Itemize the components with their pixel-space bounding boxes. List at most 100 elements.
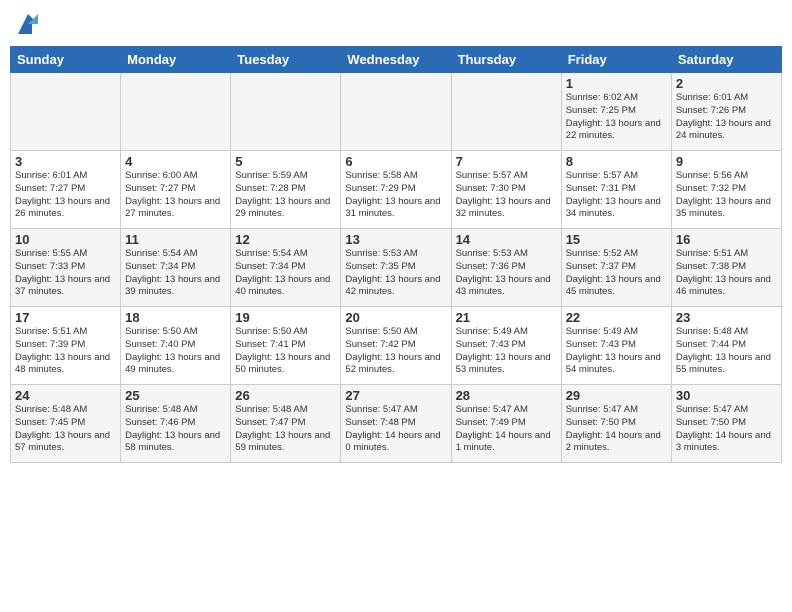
day-info: Sunrise: 5:56 AM Sunset: 7:32 PM Dayligh…	[676, 170, 777, 221]
day-info: Sunrise: 5:49 AM Sunset: 7:43 PM Dayligh…	[566, 326, 667, 377]
day-cell	[341, 73, 451, 151]
day-cell: 25Sunrise: 5:48 AM Sunset: 7:46 PM Dayli…	[121, 385, 231, 463]
day-header-sunday: Sunday	[11, 47, 121, 73]
day-cell: 5Sunrise: 5:59 AM Sunset: 7:28 PM Daylig…	[231, 151, 341, 229]
day-number: 30	[676, 388, 777, 403]
day-info: Sunrise: 5:53 AM Sunset: 7:36 PM Dayligh…	[456, 248, 557, 299]
day-cell: 8Sunrise: 5:57 AM Sunset: 7:31 PM Daylig…	[561, 151, 671, 229]
day-cell: 9Sunrise: 5:56 AM Sunset: 7:32 PM Daylig…	[671, 151, 781, 229]
day-number: 24	[15, 388, 116, 403]
day-number: 11	[125, 232, 226, 247]
day-cell: 27Sunrise: 5:47 AM Sunset: 7:48 PM Dayli…	[341, 385, 451, 463]
day-header-tuesday: Tuesday	[231, 47, 341, 73]
day-number: 19	[235, 310, 336, 325]
day-info: Sunrise: 5:52 AM Sunset: 7:37 PM Dayligh…	[566, 248, 667, 299]
day-number: 7	[456, 154, 557, 169]
day-number: 16	[676, 232, 777, 247]
day-cell: 15Sunrise: 5:52 AM Sunset: 7:37 PM Dayli…	[561, 229, 671, 307]
day-number: 26	[235, 388, 336, 403]
page: SundayMondayTuesdayWednesdayThursdayFrid…	[0, 0, 792, 612]
day-number: 10	[15, 232, 116, 247]
day-cell: 7Sunrise: 5:57 AM Sunset: 7:30 PM Daylig…	[451, 151, 561, 229]
day-info: Sunrise: 5:50 AM Sunset: 7:42 PM Dayligh…	[345, 326, 446, 377]
day-cell	[121, 73, 231, 151]
day-info: Sunrise: 5:48 AM Sunset: 7:47 PM Dayligh…	[235, 404, 336, 455]
day-cell: 6Sunrise: 5:58 AM Sunset: 7:29 PM Daylig…	[341, 151, 451, 229]
day-number: 9	[676, 154, 777, 169]
day-cell: 3Sunrise: 6:01 AM Sunset: 7:27 PM Daylig…	[11, 151, 121, 229]
day-info: Sunrise: 5:51 AM Sunset: 7:39 PM Dayligh…	[15, 326, 116, 377]
day-cell: 14Sunrise: 5:53 AM Sunset: 7:36 PM Dayli…	[451, 229, 561, 307]
day-number: 3	[15, 154, 116, 169]
day-info: Sunrise: 5:50 AM Sunset: 7:41 PM Dayligh…	[235, 326, 336, 377]
day-info: Sunrise: 5:57 AM Sunset: 7:31 PM Dayligh…	[566, 170, 667, 221]
day-cell: 10Sunrise: 5:55 AM Sunset: 7:33 PM Dayli…	[11, 229, 121, 307]
day-info: Sunrise: 5:54 AM Sunset: 7:34 PM Dayligh…	[125, 248, 226, 299]
day-cell	[11, 73, 121, 151]
day-number: 5	[235, 154, 336, 169]
day-number: 2	[676, 76, 777, 91]
day-number: 23	[676, 310, 777, 325]
day-number: 4	[125, 154, 226, 169]
day-number: 20	[345, 310, 446, 325]
day-number: 8	[566, 154, 667, 169]
day-info: Sunrise: 5:57 AM Sunset: 7:30 PM Dayligh…	[456, 170, 557, 221]
day-cell: 18Sunrise: 5:50 AM Sunset: 7:40 PM Dayli…	[121, 307, 231, 385]
day-info: Sunrise: 6:02 AM Sunset: 7:25 PM Dayligh…	[566, 92, 667, 143]
day-cell: 29Sunrise: 5:47 AM Sunset: 7:50 PM Dayli…	[561, 385, 671, 463]
day-info: Sunrise: 6:01 AM Sunset: 7:26 PM Dayligh…	[676, 92, 777, 143]
day-info: Sunrise: 5:58 AM Sunset: 7:29 PM Dayligh…	[345, 170, 446, 221]
day-info: Sunrise: 5:53 AM Sunset: 7:35 PM Dayligh…	[345, 248, 446, 299]
day-cell	[451, 73, 561, 151]
day-cell: 21Sunrise: 5:49 AM Sunset: 7:43 PM Dayli…	[451, 307, 561, 385]
day-number: 22	[566, 310, 667, 325]
day-header-thursday: Thursday	[451, 47, 561, 73]
day-cell: 23Sunrise: 5:48 AM Sunset: 7:44 PM Dayli…	[671, 307, 781, 385]
day-cell: 11Sunrise: 5:54 AM Sunset: 7:34 PM Dayli…	[121, 229, 231, 307]
day-info: Sunrise: 6:01 AM Sunset: 7:27 PM Dayligh…	[15, 170, 116, 221]
day-cell: 20Sunrise: 5:50 AM Sunset: 7:42 PM Dayli…	[341, 307, 451, 385]
day-cell: 22Sunrise: 5:49 AM Sunset: 7:43 PM Dayli…	[561, 307, 671, 385]
day-info: Sunrise: 5:49 AM Sunset: 7:43 PM Dayligh…	[456, 326, 557, 377]
day-number: 15	[566, 232, 667, 247]
day-number: 27	[345, 388, 446, 403]
day-number: 21	[456, 310, 557, 325]
calendar-table: SundayMondayTuesdayWednesdayThursdayFrid…	[10, 46, 782, 463]
day-cell: 4Sunrise: 6:00 AM Sunset: 7:27 PM Daylig…	[121, 151, 231, 229]
day-cell: 24Sunrise: 5:48 AM Sunset: 7:45 PM Dayli…	[11, 385, 121, 463]
day-cell: 28Sunrise: 5:47 AM Sunset: 7:49 PM Dayli…	[451, 385, 561, 463]
day-number: 28	[456, 388, 557, 403]
day-number: 25	[125, 388, 226, 403]
day-info: Sunrise: 5:48 AM Sunset: 7:44 PM Dayligh…	[676, 326, 777, 377]
week-row-5: 24Sunrise: 5:48 AM Sunset: 7:45 PM Dayli…	[11, 385, 782, 463]
day-number: 6	[345, 154, 446, 169]
day-number: 29	[566, 388, 667, 403]
day-info: Sunrise: 5:51 AM Sunset: 7:38 PM Dayligh…	[676, 248, 777, 299]
day-info: Sunrise: 5:55 AM Sunset: 7:33 PM Dayligh…	[15, 248, 116, 299]
week-row-3: 10Sunrise: 5:55 AM Sunset: 7:33 PM Dayli…	[11, 229, 782, 307]
day-header-saturday: Saturday	[671, 47, 781, 73]
day-info: Sunrise: 5:54 AM Sunset: 7:34 PM Dayligh…	[235, 248, 336, 299]
day-cell: 17Sunrise: 5:51 AM Sunset: 7:39 PM Dayli…	[11, 307, 121, 385]
day-info: Sunrise: 5:59 AM Sunset: 7:28 PM Dayligh…	[235, 170, 336, 221]
day-info: Sunrise: 5:50 AM Sunset: 7:40 PM Dayligh…	[125, 326, 226, 377]
week-row-4: 17Sunrise: 5:51 AM Sunset: 7:39 PM Dayli…	[11, 307, 782, 385]
header	[10, 10, 782, 38]
logo	[10, 10, 42, 38]
day-header-friday: Friday	[561, 47, 671, 73]
day-cell: 12Sunrise: 5:54 AM Sunset: 7:34 PM Dayli…	[231, 229, 341, 307]
day-number: 14	[456, 232, 557, 247]
day-info: Sunrise: 5:47 AM Sunset: 7:50 PM Dayligh…	[566, 404, 667, 455]
day-cell: 16Sunrise: 5:51 AM Sunset: 7:38 PM Dayli…	[671, 229, 781, 307]
week-row-1: 1Sunrise: 6:02 AM Sunset: 7:25 PM Daylig…	[11, 73, 782, 151]
day-header-monday: Monday	[121, 47, 231, 73]
day-cell: 19Sunrise: 5:50 AM Sunset: 7:41 PM Dayli…	[231, 307, 341, 385]
header-row: SundayMondayTuesdayWednesdayThursdayFrid…	[11, 47, 782, 73]
week-row-2: 3Sunrise: 6:01 AM Sunset: 7:27 PM Daylig…	[11, 151, 782, 229]
day-number: 1	[566, 76, 667, 91]
day-info: Sunrise: 5:48 AM Sunset: 7:46 PM Dayligh…	[125, 404, 226, 455]
day-cell: 1Sunrise: 6:02 AM Sunset: 7:25 PM Daylig…	[561, 73, 671, 151]
day-number: 18	[125, 310, 226, 325]
day-cell: 2Sunrise: 6:01 AM Sunset: 7:26 PM Daylig…	[671, 73, 781, 151]
day-number: 13	[345, 232, 446, 247]
